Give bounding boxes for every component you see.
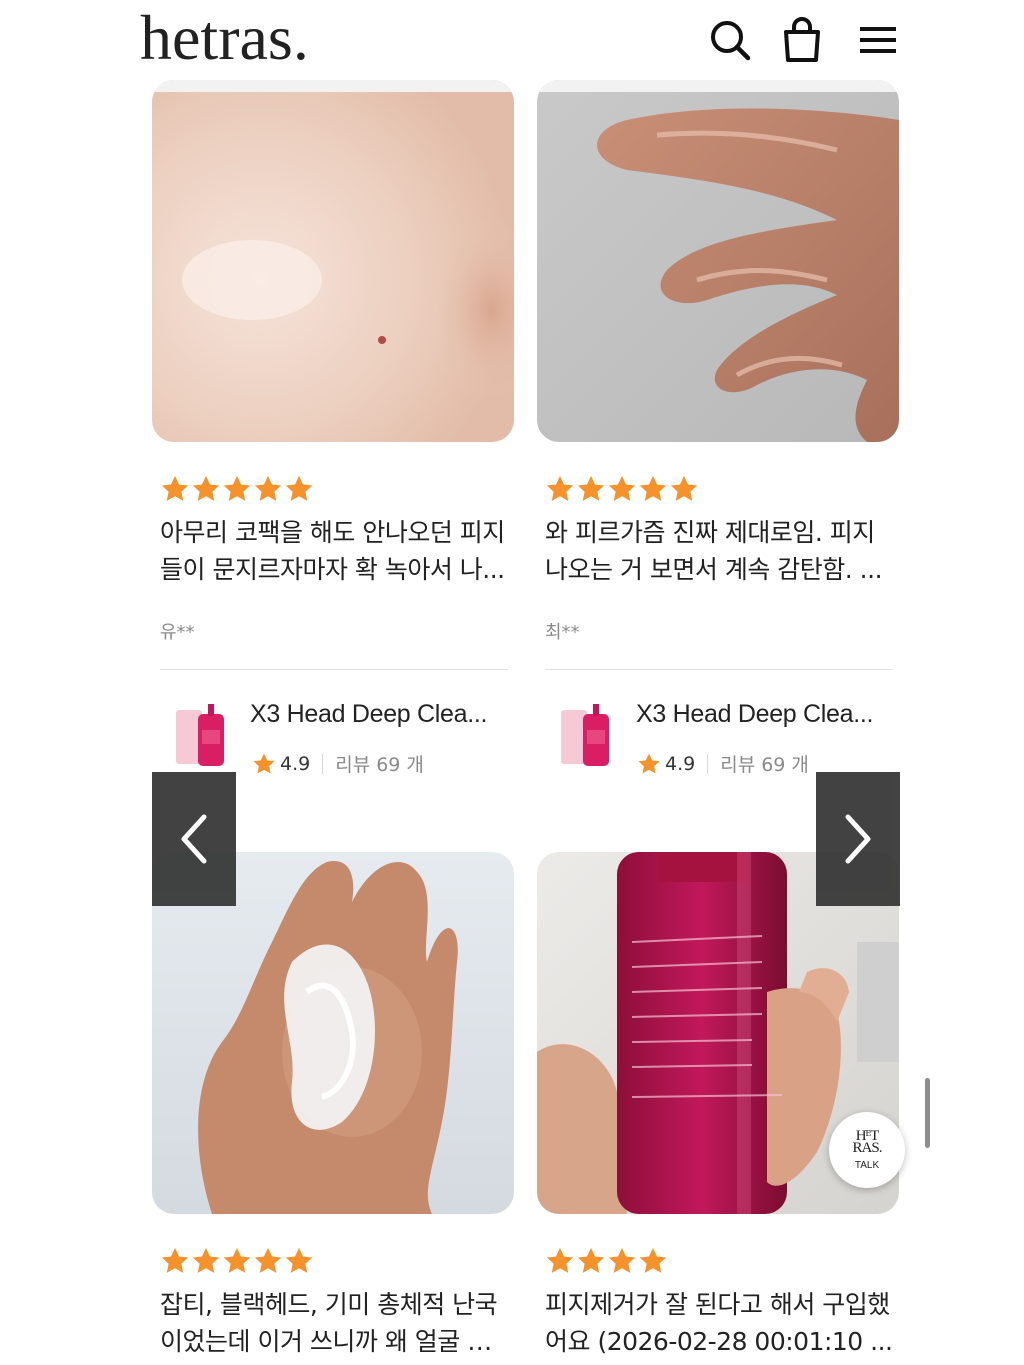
search-icon[interactable] [708, 16, 752, 64]
product-rating-summary: 4.9 리뷰 69 개 [637, 750, 809, 777]
product-name[interactable]: X3 Head Deep Clea... [636, 700, 874, 729]
review-text[interactable]: 아무리 코팩을 해도 안나오던 피지 들이 문지르자마자 확 녹아서 나... [160, 514, 510, 588]
review-text-line: 들이 문지르자마자 확 녹아서 나... [160, 555, 505, 584]
review-photo-oily-fingers[interactable] [537, 80, 899, 442]
review-text-line: 아무리 코팩을 해도 안나오던 피지 [160, 518, 505, 547]
star-icon [285, 1247, 313, 1273]
product-thumbnail[interactable] [172, 702, 230, 772]
review-text-line: 이었는데 이거 쓰니까 왜 얼굴 하... [160, 1327, 510, 1356]
star-icon [639, 475, 667, 501]
star-icon [577, 475, 605, 501]
rating-stars [545, 474, 699, 504]
star-icon [223, 475, 251, 501]
rating-stars [160, 474, 314, 504]
review-text-line: 와 피르가즘 진짜 제대로임. 피지 [545, 518, 875, 547]
talk-label: TALK [854, 1159, 880, 1171]
review-text-line: 피지제거가 잘 된다고 해서 구입했 [545, 1290, 890, 1319]
menu-icon[interactable] [856, 16, 900, 64]
star-icon [192, 475, 220, 501]
star-icon [161, 1247, 189, 1273]
review-photo-hand-with-foam[interactable] [152, 852, 514, 1214]
star-icon [670, 475, 698, 501]
carousel-next-button[interactable] [816, 772, 900, 906]
star-icon [608, 475, 636, 501]
star-icon [546, 1247, 574, 1273]
brand-logo[interactable]: hetras. [140, 0, 309, 78]
divider [545, 669, 893, 670]
review-author: 유** [160, 622, 195, 643]
star-icon [223, 1247, 251, 1273]
star-icon [161, 475, 189, 501]
review-author: 최** [545, 622, 580, 643]
star-icon [639, 1247, 667, 1273]
product-name[interactable]: X3 Head Deep Clea... [250, 700, 488, 729]
shopping-bag-icon[interactable] [780, 16, 824, 64]
separator [322, 753, 324, 774]
review-text[interactable]: 피지제거가 잘 된다고 해서 구입했 어요 (2026-02-28 00:01:… [545, 1286, 895, 1360]
chevron-right-icon [845, 814, 871, 864]
page-scrollbar[interactable] [925, 1078, 930, 1148]
review-text-line: 어요 (2026-02-28 00:01:10 ... [545, 1327, 893, 1356]
star-icon [254, 475, 282, 501]
site-header: hetras. [0, 0, 1024, 80]
star-icon [638, 753, 660, 773]
star-icon [254, 1247, 282, 1273]
review-text-line: 잡티, 블랙헤드, 기미 총체적 난국 [160, 1290, 498, 1319]
product-rating: 4.9 [665, 752, 696, 775]
separator [707, 753, 709, 774]
star-icon [546, 475, 574, 501]
divider [160, 669, 508, 670]
product-review-count: 리뷰 69 개 [335, 754, 424, 776]
chevron-left-icon [181, 814, 207, 864]
star-icon [253, 753, 275, 773]
rating-stars [160, 1246, 314, 1276]
review-text[interactable]: 잡티, 블랙헤드, 기미 총체적 난국 이었는데 이거 쓰니까 왜 얼굴 하..… [160, 1286, 510, 1360]
carousel-prev-button[interactable] [152, 772, 236, 906]
product-rating: 4.9 [280, 752, 311, 775]
review-photo-skin-closeup[interactable] [152, 80, 514, 442]
star-icon [577, 1247, 605, 1273]
review-text-line: 나오는 거 보면서 계속 감탄함. ... [545, 555, 883, 584]
review-text[interactable]: 와 피르가즘 진짜 제대로임. 피지 나오는 거 보면서 계속 감탄함. ... [545, 514, 895, 588]
chat-talk-button[interactable]: HᴱT RAS. TALK [829, 1112, 905, 1188]
star-icon [285, 475, 313, 501]
product-review-count: 리뷰 69 개 [720, 754, 809, 776]
talk-logo: HᴱT RAS. [852, 1127, 883, 1156]
star-icon [608, 1247, 636, 1273]
product-thumbnail[interactable] [557, 702, 615, 772]
star-icon [192, 1247, 220, 1273]
product-rating-summary: 4.9 리뷰 69 개 [252, 750, 424, 777]
rating-stars [545, 1246, 668, 1276]
